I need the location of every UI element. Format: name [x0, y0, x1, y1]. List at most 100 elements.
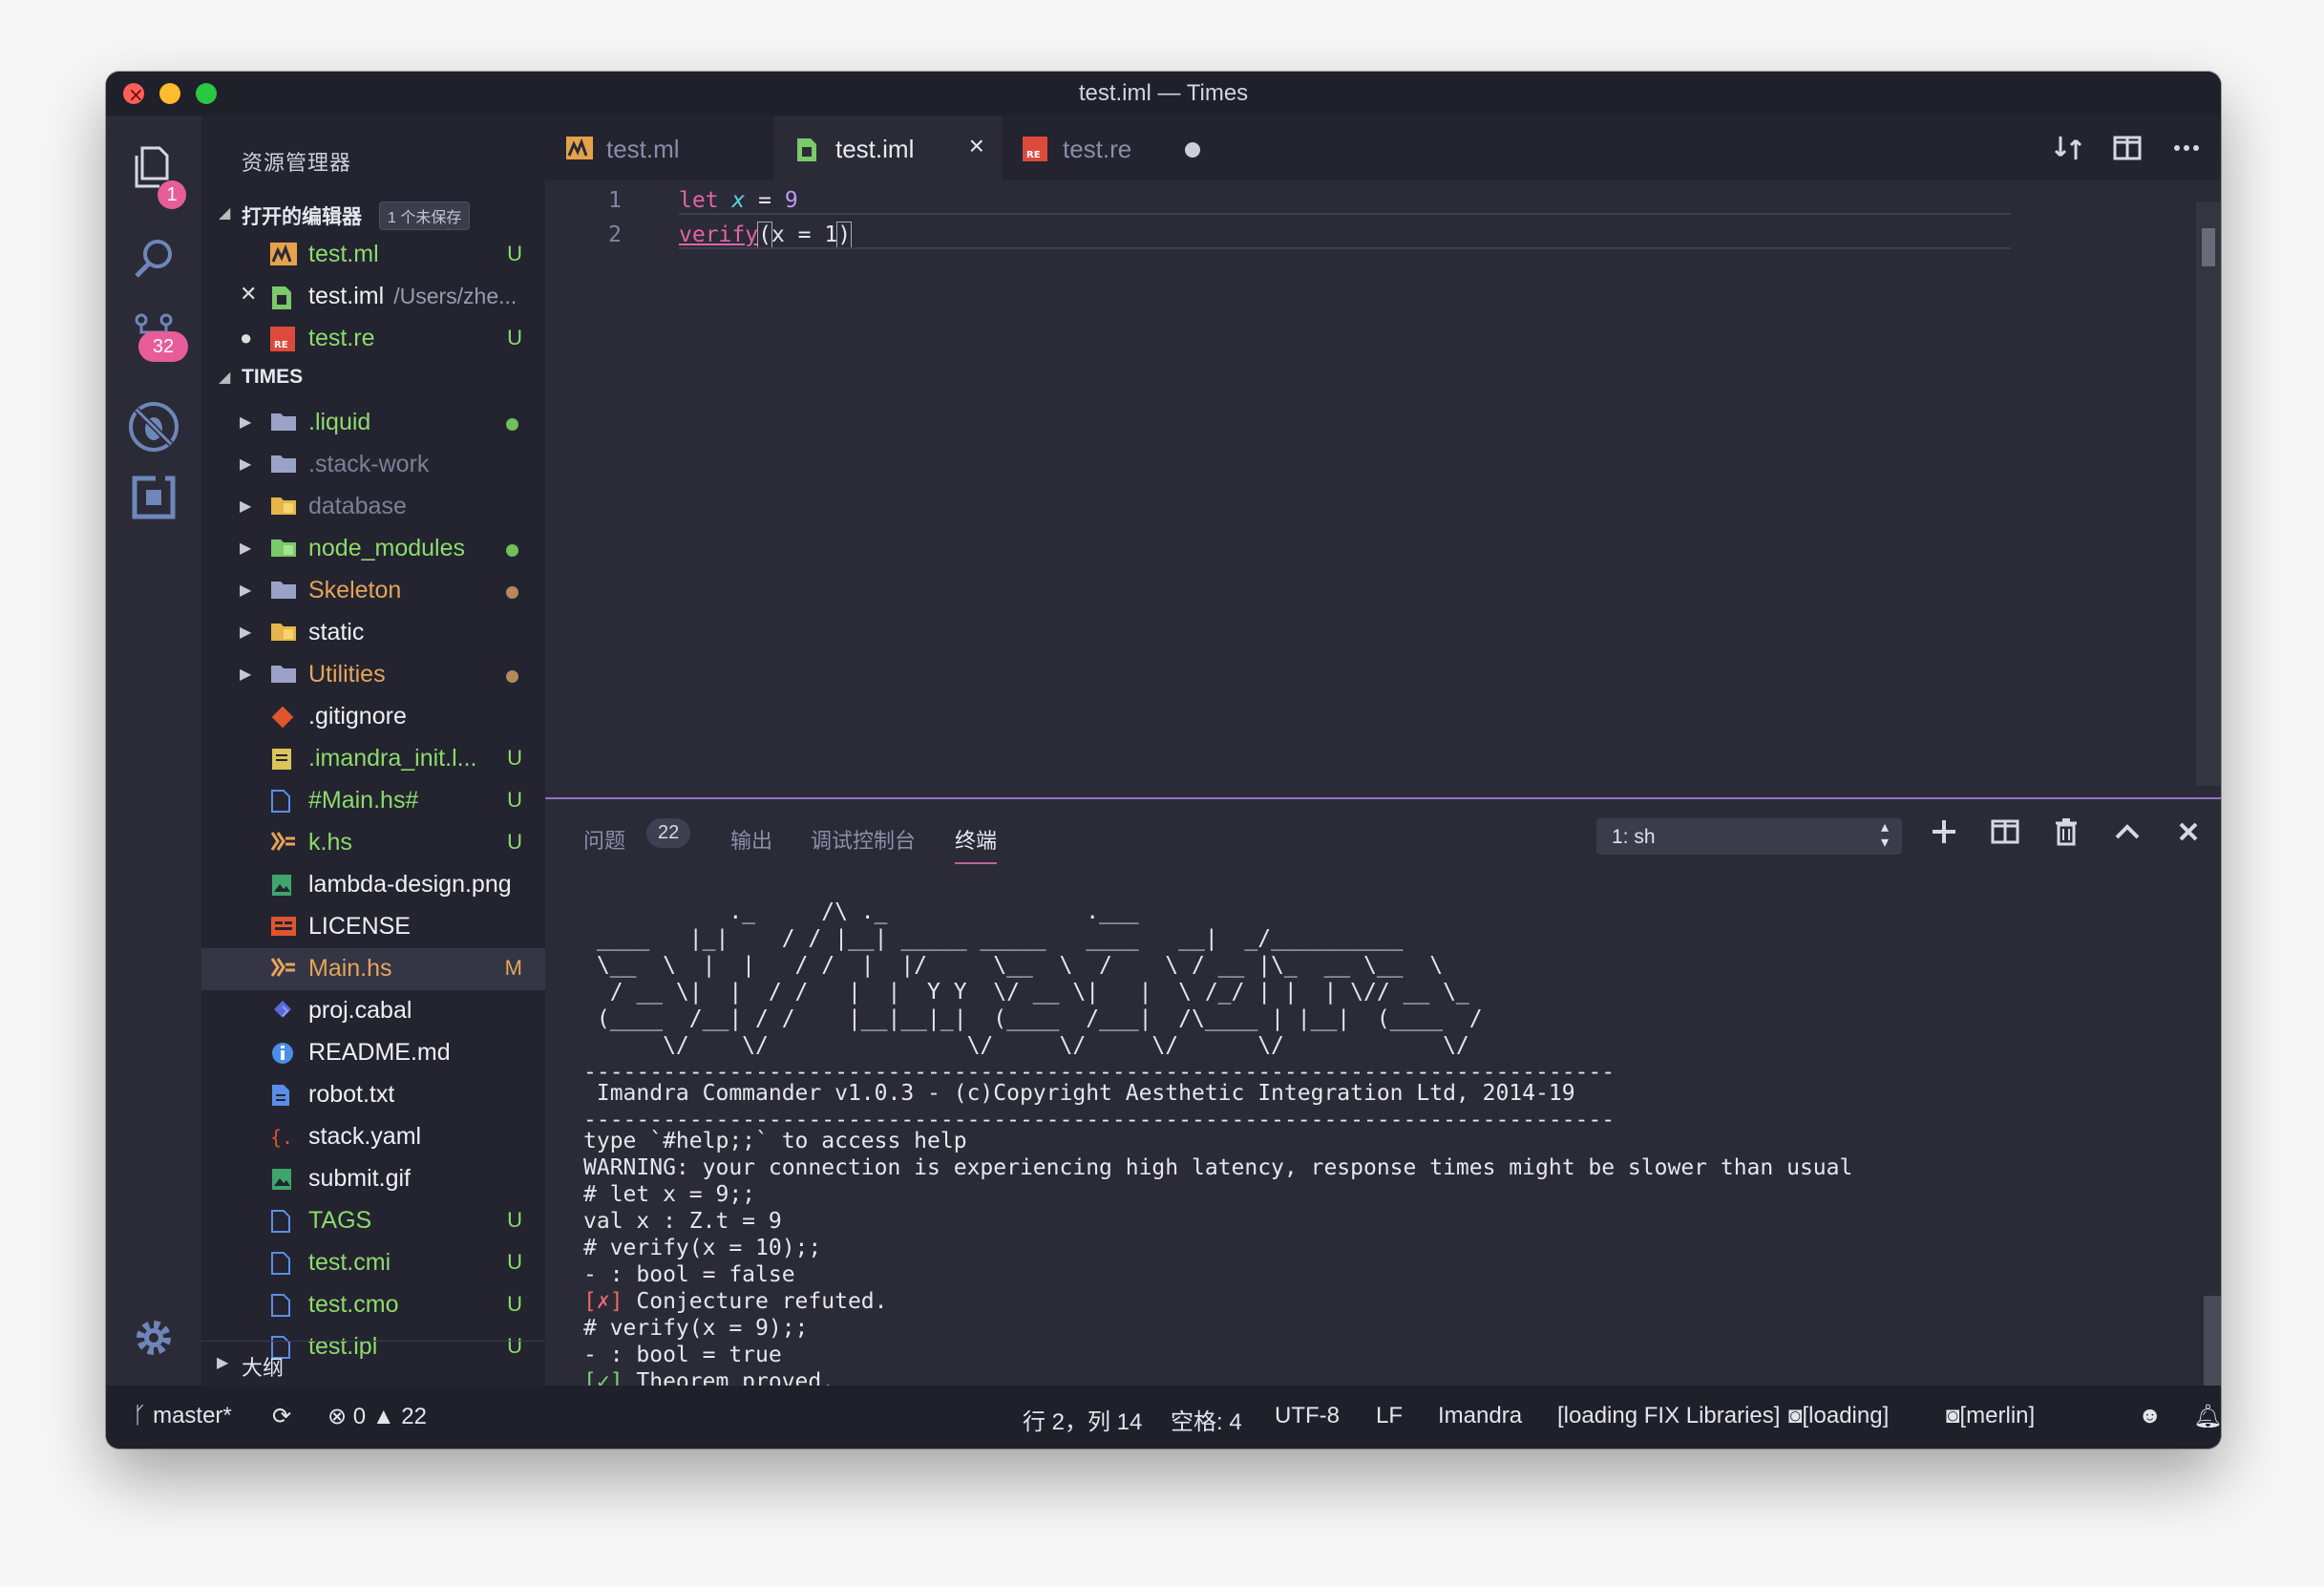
cursor-position[interactable]: 行 2，列 14 [1023, 1403, 1142, 1436]
expand-arrow-icon: ▶ [240, 667, 252, 683]
folder-item[interactable]: ▶ node_modules [201, 528, 545, 570]
expand-arrow-icon: ▶ [240, 498, 252, 515]
file-item[interactable]: .imandra_init.l... U [201, 738, 545, 780]
folder-item[interactable]: ▶ .liquid [201, 402, 545, 444]
file-item[interactable]: test.cmi U [201, 1242, 545, 1284]
file-item[interactable]: submit.gif [201, 1158, 545, 1200]
loading-status[interactable]: ◙[loading] [1788, 1403, 1889, 1429]
file-item[interactable]: lambda-design.png [201, 864, 545, 906]
info-icon [270, 1041, 297, 1066]
code-line[interactable]: let x = 9 [679, 188, 798, 213]
terminal-output[interactable]: ._ /\ ._ .___ ____ |_| / / |__| _____ __… [583, 872, 2183, 1449]
extensions-icon[interactable] [125, 469, 182, 526]
close-icon[interactable]: ✕ [240, 282, 257, 307]
file-item[interactable]: LICENSE [201, 906, 545, 948]
notifications[interactable]: 🔔︎1 [2193, 1403, 2221, 1430]
folder-icon [270, 579, 297, 603]
tab-output[interactable]: 输出 [730, 824, 772, 855]
problems-status[interactable]: ⊗ 0 ▲ 22 [327, 1403, 427, 1430]
tab-test-iml[interactable]: test.iml × [774, 116, 1002, 182]
folder-item[interactable]: ▶ Skeleton [201, 570, 545, 612]
outline-section[interactable]: ▶ 大纲 [201, 1341, 545, 1386]
image-icon [270, 1167, 297, 1192]
sync-icon[interactable]: ⟳ [272, 1403, 291, 1430]
line-number: 2 [608, 222, 622, 247]
open-editor-test-ml[interactable]: test.ml U [201, 234, 545, 276]
terminal-scrollbar[interactable] [2204, 1296, 2221, 1391]
tab-test-re[interactable]: RE test.re [1002, 116, 1221, 180]
indentation[interactable]: 空格: 4 [1171, 1403, 1242, 1436]
feedback-smiley-icon[interactable]: ☻ [2138, 1403, 2162, 1429]
tab-test-ml[interactable]: test.ml [545, 116, 774, 180]
open-editor-test-iml[interactable]: ✕ test.iml/Users/zhe... [201, 276, 545, 318]
file-item[interactable]: .gitignore [201, 696, 545, 738]
collapse-arrow-icon: ◢ [219, 370, 231, 386]
tab-debug-console[interactable]: 调试控制台 [811, 824, 916, 855]
project-header[interactable]: ◢ TIMES [201, 360, 545, 398]
terminal-select[interactable]: 1: sh ▴ ▾ [1596, 818, 1902, 855]
editor-tab-bar: test.ml test.iml × RE test.re [545, 116, 2221, 182]
trash-icon[interactable] [2051, 816, 2081, 847]
close-window-button[interactable] [123, 73, 144, 116]
branch-status[interactable]: ᚴ master* [133, 1403, 232, 1429]
debug-icon[interactable] [125, 398, 182, 455]
search-icon[interactable] [125, 230, 182, 287]
mask-icon: ◙ [1788, 1403, 1803, 1428]
folder-item[interactable]: ▶ database [201, 486, 545, 528]
file-item[interactable]: Main.hs M [201, 948, 545, 990]
settings-gear-icon[interactable] [125, 1309, 182, 1366]
end-of-line[interactable]: LF [1376, 1403, 1403, 1429]
code-line[interactable]: verify(x = 1) [679, 222, 853, 248]
editor-scrollbar[interactable] [2196, 201, 2221, 786]
unsaved-badge: 1 个未保存 [379, 201, 471, 230]
file-item[interactable]: robot.txt [201, 1074, 545, 1116]
new-terminal-icon[interactable] [1929, 816, 1959, 847]
minimize-window-button[interactable] [159, 83, 180, 104]
file-item[interactable]: #Main.hs# U [201, 780, 545, 822]
folder-item[interactable]: ▶ static [201, 612, 545, 654]
text-file-icon [270, 1083, 297, 1108]
split-terminal-icon[interactable] [1990, 816, 2020, 847]
compare-changes-icon[interactable] [2053, 133, 2083, 163]
close-panel-icon[interactable] [2173, 816, 2204, 847]
tab-terminal[interactable]: 终端 [955, 824, 998, 864]
ocaml-icon [566, 137, 593, 161]
language-mode[interactable]: Imandra [1438, 1403, 1522, 1429]
terminal-line: # verify(x = 10);; [583, 1236, 822, 1260]
loading-fix-status[interactable]: [loading FIX Libraries] [1557, 1403, 1780, 1429]
file-icon [270, 789, 297, 814]
terminal-line: type `#help;;` to access help [583, 1129, 967, 1153]
unsaved-dot-icon[interactable]: ● [240, 326, 252, 350]
split-editor-icon[interactable] [2112, 133, 2143, 163]
reason-icon: RE [1023, 137, 1049, 161]
expand-arrow-icon: ▶ [240, 624, 252, 641]
file-item[interactable]: README.md [201, 1032, 545, 1074]
file-item[interactable]: TAGS U [201, 1200, 545, 1242]
maximize-panel-icon[interactable] [2112, 816, 2143, 847]
file-item[interactable]: k.hs U [201, 822, 545, 864]
expand-arrow-icon: ▶ [240, 456, 252, 473]
expand-arrow-icon: ▶ [240, 582, 252, 599]
open-editors-header[interactable]: ◢ 打开的编辑器 1 个未保存 [201, 196, 545, 234]
source-control-badge: 32 [138, 331, 188, 362]
terminal-line: WARNING: your connection is experiencing… [583, 1155, 1853, 1180]
git-icon [270, 705, 297, 730]
zoom-window-button[interactable] [196, 83, 217, 104]
code-editor[interactable]: 1 let x = 9 2 verify(x = 1) [545, 180, 2221, 797]
select-arrows-icon: ▴ ▾ [1880, 819, 1889, 851]
editor-actions [2053, 133, 2202, 163]
encoding[interactable]: UTF-8 [1275, 1403, 1340, 1429]
folder-item[interactable]: ▶ Utilities [201, 654, 545, 696]
tab-problems[interactable]: 问题 [583, 824, 625, 855]
open-editor-test-re[interactable]: ● RE test.re U [201, 318, 545, 360]
folder-icon [270, 663, 297, 688]
unsaved-dot-icon[interactable] [1185, 142, 1200, 158]
folder-item[interactable]: ▶ .stack-work [201, 444, 545, 486]
file-item[interactable]: test.cmo U [201, 1284, 545, 1326]
file-item[interactable]: proj.cabal [201, 990, 545, 1032]
terminal-line: [✗] Conjecture refuted. [583, 1289, 888, 1314]
merlin-status[interactable]: ◙[merlin] [1946, 1403, 2035, 1429]
file-item[interactable]: {..}stack.yaml [201, 1116, 545, 1158]
close-tab-icon[interactable]: × [969, 131, 984, 161]
more-actions-icon[interactable] [2171, 133, 2202, 163]
